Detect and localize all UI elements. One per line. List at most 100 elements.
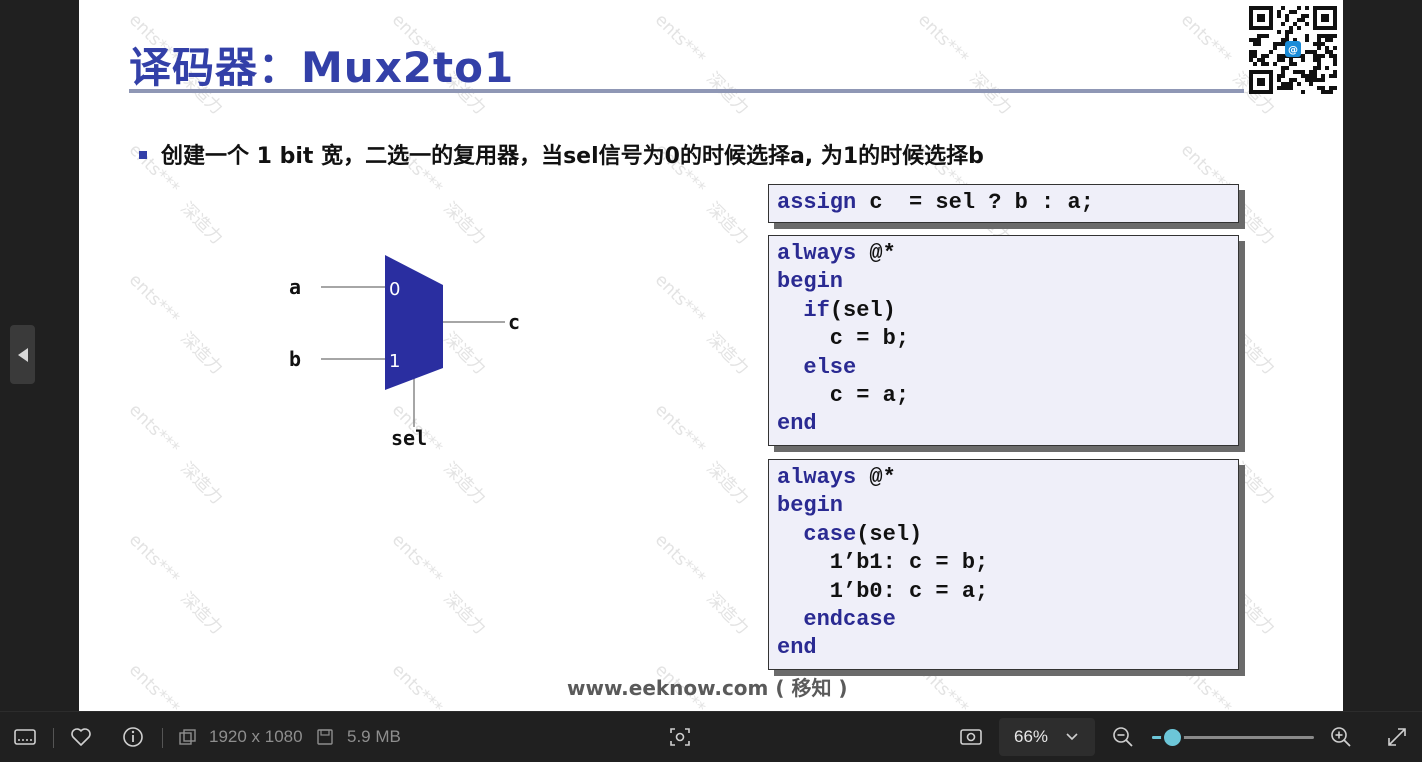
watermark-text: ents*** (650, 270, 710, 329)
watermark-text: 深造力 (702, 588, 753, 639)
watermark-text: ents*** (124, 530, 184, 589)
resolution-text: 1920 x 1080 (209, 727, 303, 746)
label-b: b (289, 347, 301, 371)
file-info-button[interactable] (122, 712, 144, 762)
zoom-out-button[interactable] (1112, 712, 1134, 762)
code-text: (sel) (856, 521, 923, 547)
bullet-text: 创建一个 1 bit 宽，二选一的复用器，当sel信号为0的时候选择a, 为1的… (161, 144, 984, 169)
code-block-always-case: always @* begin case(sel) 1’b1: c = b; 1’… (768, 459, 1239, 670)
actual-size-button[interactable] (959, 712, 983, 762)
file-size-text: 5.9 MB (347, 727, 401, 746)
watermark-text: ents*** (387, 660, 447, 711)
code-text: c = a; (777, 383, 910, 409)
watermark-text: ents*** (913, 10, 973, 69)
watermark-text: 深造力 (176, 198, 227, 249)
code-line: begin (777, 492, 1230, 520)
label-sel: sel (391, 426, 427, 450)
watermark-text: ents*** (650, 530, 710, 589)
code-line: begin (777, 268, 1230, 296)
code-text: 1’b0: c = a; (777, 578, 989, 604)
code-keyword: end (777, 635, 817, 661)
filmstrip-button[interactable] (14, 712, 36, 762)
zoom-level-text: 66% (1014, 727, 1049, 746)
code-line: c = b; (777, 325, 1230, 353)
code-line: always @* (777, 240, 1230, 268)
code-line: endcase (777, 606, 1230, 634)
watermark-text: 深造力 (702, 458, 753, 509)
code-keyword: else (777, 354, 857, 380)
previous-image-button[interactable] (10, 325, 35, 384)
label-a: a (289, 275, 301, 299)
watermark-text: ents*** (124, 660, 184, 711)
code-text: c = sel ? b : a; (856, 190, 1094, 215)
port-1-label: 1 (389, 351, 400, 372)
code-text: @* (856, 465, 896, 490)
info-icon (123, 727, 143, 747)
label-c: c (508, 310, 520, 334)
code-text: c = b; (777, 326, 910, 352)
viewer-toolbar: 1920 x 1080 5.9 MB 66% (0, 711, 1422, 762)
port-0-label: 0 (389, 279, 400, 300)
zoom-slider-thumb[interactable] (1161, 726, 1185, 749)
svg-text:@: @ (1288, 45, 1298, 56)
code-keyword: always (777, 465, 857, 490)
title-divider (129, 89, 1244, 93)
code-text: (sel) (829, 297, 896, 323)
zoom-in-icon (1331, 727, 1351, 747)
watermark-text: 深造力 (439, 588, 490, 639)
code-text: 1’b1: c = b; (777, 550, 989, 576)
zoom-level-dropdown[interactable]: 66% (999, 718, 1095, 756)
filmstrip-icon (14, 729, 36, 745)
code-line: case(sel) (777, 521, 1230, 549)
watermark-text: 深造力 (702, 198, 753, 249)
website-footer: www.eeknow.com ( 移知 ) (567, 676, 848, 700)
file-size-info: 5.9 MB (317, 712, 401, 762)
bullet-marker (139, 151, 147, 159)
watermark-text: ents*** (650, 10, 710, 69)
resolution-info: 1920 x 1080 (179, 712, 303, 762)
code-text: @* (856, 241, 896, 266)
chevron-left-icon (17, 347, 28, 362)
watermark-text: 深造力 (439, 458, 490, 509)
code-keyword: always (777, 241, 857, 266)
code-line: end (777, 634, 1230, 662)
watermark-text: 深造力 (702, 328, 753, 379)
code-keyword: case (777, 521, 857, 547)
chevron-down-icon (1066, 733, 1078, 741)
watermark-text: 深造力 (176, 458, 227, 509)
zoom-in-button[interactable] (1330, 712, 1352, 762)
mux-diagram: a b c sel 0 1 (289, 255, 520, 450)
code-line: c = a; (777, 382, 1230, 410)
code-keyword: end (777, 411, 817, 437)
favorite-button[interactable] (70, 712, 92, 762)
code-block-always-if: always @* begin if(sel) c = b; else c = a… (768, 235, 1239, 446)
code-keyword: begin (777, 493, 844, 519)
save-disk-icon (317, 729, 333, 745)
code-line: always @* (777, 464, 1230, 492)
code-keyword: if (777, 297, 830, 323)
code-line: assign c = sel ? b : a; (777, 189, 1230, 217)
watermark-text: 深造力 (439, 198, 490, 249)
code-line: end (777, 410, 1230, 438)
watermark-text: ents*** (387, 530, 447, 589)
code-line: 1’b1: c = b; (777, 549, 1230, 577)
watermark-text: 深造力 (176, 588, 227, 639)
watermark-text: 深造力 (176, 328, 227, 379)
fit-screen-icon (960, 729, 982, 745)
image-viewer: ents*** 深造力 ents*** 深造力 ents*** 深造力 ents*** 深造力… (0, 0, 1422, 711)
slide-title: 译码器：Mux2to1 (129, 43, 515, 92)
code-line: 1’b0: c = a; (777, 578, 1230, 606)
watermark-text: ents*** (124, 270, 184, 329)
visual-search-button[interactable] (669, 712, 691, 762)
fullscreen-button[interactable] (1386, 712, 1408, 762)
zoom-out-icon (1113, 727, 1133, 747)
code-keyword: endcase (777, 607, 896, 633)
code-block-assign: assign c = sel ? b : a; (768, 184, 1239, 223)
watermark-text: ents*** (1176, 10, 1236, 69)
toolbar-divider (53, 728, 54, 748)
watermark-text: ents*** (650, 400, 710, 459)
toolbar-divider (162, 728, 163, 748)
heart-icon (71, 728, 91, 746)
slide-image: ents*** 深造力 ents*** 深造力 ents*** 深造力 ents*** 深造力… (79, 0, 1343, 711)
qr-code: @ (1249, 6, 1337, 94)
